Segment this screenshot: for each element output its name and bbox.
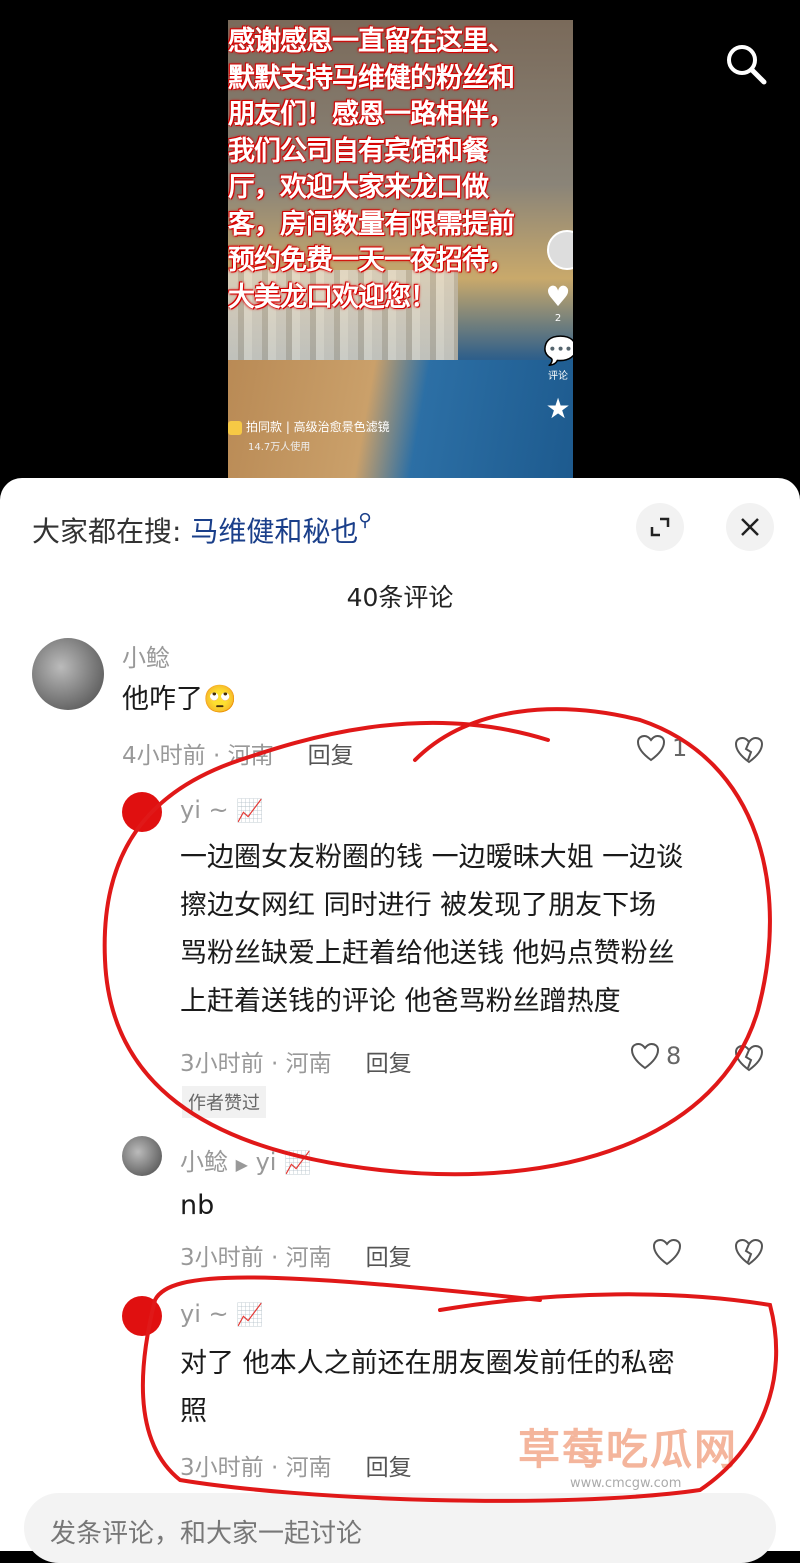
video-frame[interactable]: 感谢感恩一直留在这里、 默默支持马维健的粉丝和 朋友们！感恩一路相伴， 我们公司… [228,20,573,490]
reply-button[interactable]: 回复 [366,1455,412,1481]
like-button[interactable]: 8 [630,1042,681,1070]
heart-outline-icon [636,734,666,762]
reply-button[interactable]: 回复 [366,1051,412,1077]
expand-button[interactable] [636,503,684,551]
avatar[interactable] [122,1136,162,1176]
author-avatar[interactable] [547,230,573,270]
avatar[interactable] [122,1296,162,1336]
comment-username[interactable]: 小鲶 ▶ yi 📈 [180,1142,312,1177]
close-button[interactable] [726,503,774,551]
trend-icon: 📈 [236,799,264,824]
hot-search-term[interactable]: 马维健和秘也 [190,515,358,548]
dislike-icon[interactable] [734,1238,764,1266]
comment-meta: 3小时前 · 河南 回复 [180,1448,412,1482]
like-count: 1 [672,734,688,762]
reply-button[interactable]: 回复 [308,743,354,769]
close-icon [741,518,759,536]
video-player[interactable]: 感谢感恩一直留在这里、 默默支持马维健的粉丝和 朋友们！感恩一路相伴， 我们公司… [0,0,800,490]
heart-icon[interactable]: ♥ [543,280,573,313]
reply-to-name: yi [255,1148,277,1176]
comment-time: 4小时前 · 河南 [122,743,274,769]
hot-search[interactable]: 大家都在搜: 马维健和秘也⚲ [32,510,372,550]
comment-text: 一边圈女友粉圈的钱 一边暧昧大姐 一边谈 擦边女网红 同时进行 被发现了朋友下场… [180,834,683,1026]
reply-arrow-icon: ▶ [235,1155,248,1174]
heart-outline-icon[interactable] [652,1238,682,1266]
comment-text: nb [180,1190,215,1221]
overlay-line: 厅，欢迎大家来龙口做 [228,172,489,203]
comment-time: 3小时前 · 河南 [180,1051,332,1077]
comment-username[interactable]: yi ~ 📈 [180,796,264,824]
like-button[interactable]: 1 [636,734,687,762]
like-count: 8 [666,1042,682,1070]
comment-input[interactable]: 发条评论，和大家一起讨论 [24,1493,776,1563]
side-comment-label: 评论 [548,371,568,382]
trend-icon: 📈 [236,1303,264,1328]
comment-username[interactable]: 小鲶 [122,638,170,673]
comment-time: 3小时前 · 河南 [180,1455,332,1481]
comment-input-placeholder: 发条评论，和大家一起讨论 [50,1519,363,1549]
comment-time: 3小时前 · 河南 [180,1245,332,1271]
comment-text: 他咋了🙄 [122,676,237,724]
comment-sheet: 大家都在搜: 马维健和秘也⚲ 40条评论 小鲶 他咋了🙄 4小时前 · 河南 回复… [0,478,800,1563]
comment-line: 骂粉丝缺爱上赶着给他送钱 他妈点赞粉丝 [180,938,675,969]
star-icon[interactable]: ★ [543,392,573,425]
dislike-icon[interactable] [734,736,764,764]
comment-line: 上赶着送钱的评论 他爸骂粉丝蹭热度 [180,986,621,1017]
username-text: 小鲶 [180,1148,228,1176]
username-text: yi ~ [180,1300,229,1328]
side-action-bar: ♥ 2 💬 评论 ★ [543,230,573,425]
hot-search-label: 大家都在搜: [32,515,182,548]
search-icon[interactable] [722,40,770,88]
overlay-line: 预约免费一天一夜招待， [228,245,515,276]
video-overlay-text: 感谢感恩一直留在这里、 默默支持马维健的粉丝和 朋友们！感恩一路相伴， 我们公司… [228,24,548,316]
overlay-line: 默默支持马维健的粉丝和 [228,62,515,94]
avatar[interactable] [122,792,162,832]
small-search-icon: ⚲ [358,510,372,531]
expand-icon [650,517,670,537]
overlay-line: 朋友们！感恩一路相伴， [228,99,515,130]
filter-usage: 14.7万人使用 [248,442,311,453]
reply-button[interactable]: 回复 [366,1245,412,1271]
overlay-line: 感谢感恩一直留在这里、 [228,26,515,57]
avatar[interactable] [32,638,104,710]
comment-username[interactable]: yi ~ 📈 [180,1300,264,1328]
overlay-line: 我们公司自有宾馆和餐 [228,135,489,167]
overlay-line: 客，房间数量有限需提前 [228,208,515,240]
watermark-title: 草莓吃瓜网 [518,1425,739,1474]
comment-line: 一边圈女友粉圈的钱 一边暧昧大姐 一边谈 [180,842,684,873]
comment-count: 40条评论 [346,583,454,612]
dislike-icon[interactable] [734,1044,764,1072]
author-liked-badge: 作者赞过 [182,1086,266,1118]
overlay-line: 大美龙口欢迎您！ [228,281,437,313]
watermark-url: www.cmcgw.com [570,1476,682,1491]
comment-text-body: 他咋了 [122,684,203,715]
comment-meta: 4小时前 · 河南 回复 [122,736,354,770]
filter-label: 拍同款 | 高级治愈景色滤镜 [246,420,390,434]
trend-icon: 📈 [284,1151,312,1176]
comment-meta: 3小时前 · 河南 回复 [180,1238,412,1272]
username-text: yi ~ [180,796,229,824]
comment-line: 对了 他本人之前还在朋友圈发前任的私密 [180,1348,675,1379]
filter-icon [228,420,242,435]
comment-icon[interactable]: 💬 [543,334,573,367]
comment-meta: 3小时前 · 河南 回复 [180,1044,412,1078]
filter-tag[interactable]: 拍同款 | 高级治愈景色滤镜 [228,418,390,435]
side-like-count: 2 [554,313,562,324]
comment-line: 擦边女网红 同时进行 被发现了朋友下场 [180,890,657,921]
heart-outline-icon [630,1042,660,1070]
emoji-icon: 🙄 [203,684,237,715]
